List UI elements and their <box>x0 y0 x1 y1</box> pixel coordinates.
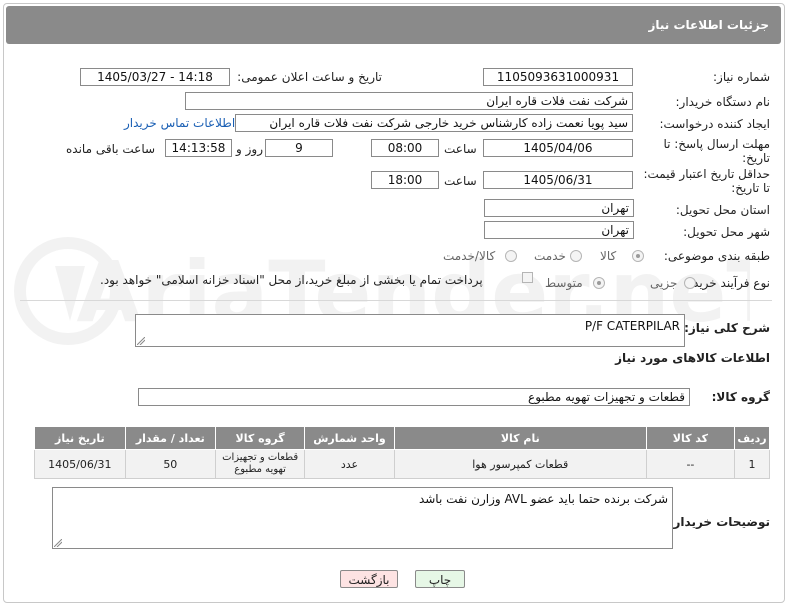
category-option-goods-service: کالا/خدمت <box>443 249 496 263</box>
cell-unit: عدد <box>304 449 395 479</box>
category-option-goods: کالا <box>600 249 617 263</box>
process-radio-minor[interactable] <box>684 277 696 289</box>
table-row: 1405/06/31 50 قطعات و تجهیزات تهویه مطبو… <box>34 449 771 479</box>
process-option-minor: جزیی <box>650 276 678 290</box>
reply-time-field: 08:00 <box>371 139 439 157</box>
col-goods-name: نام کالا <box>393 426 647 450</box>
province-label: استان محل تحویل: <box>675 203 770 217</box>
days-label: روز و <box>236 142 263 156</box>
table-header-row: تاریخ نیاز تعداد / مقدار گروه کالا واحد … <box>34 426 771 450</box>
general-desc-label: شرح کلی نیاز: <box>684 321 770 335</box>
announce-datetime-label: تاریخ و ساعت اعلان عمومی: <box>237 70 382 84</box>
goods-group-label: گروه کالا: <box>711 390 770 404</box>
city-field: تهران <box>484 221 634 239</box>
remaining-time-label: ساعت باقی مانده <box>66 142 156 156</box>
col-row-number: ردیف <box>733 426 771 450</box>
goods-group-field: قطعات و تجهیزات تهویه مطبوع <box>138 388 690 406</box>
remaining-time-field: 14:13:58 <box>165 139 232 157</box>
divider <box>20 300 772 301</box>
category-label: طبقه بندی موضوعی: <box>663 249 770 263</box>
requester-field: سید پویا نعمت زاده کارشناس خرید خارجی شر… <box>235 114 633 132</box>
cell-row-number: 1 <box>733 449 771 479</box>
process-label: نوع فرآیند خرید : <box>685 276 770 290</box>
resize-handle-icon[interactable] <box>54 539 62 547</box>
days-field: 9 <box>265 139 333 157</box>
announce-datetime-field: 1405/03/27 - 14:18 <box>80 68 230 86</box>
goods-info-title: اطلاعات کالاهای مورد نیاز <box>615 351 770 365</box>
price-validity-label: حداقل تاریخ اعتبار قیمت: <box>643 167 770 181</box>
col-unit: واحد شمارش <box>304 426 395 450</box>
reply-time-label: ساعت <box>444 142 477 156</box>
print-button[interactable]: چاپ <box>415 570 465 588</box>
general-desc-field: P/F CATERPILAR <box>135 314 685 347</box>
price-time-field: 18:00 <box>371 171 439 189</box>
reply-date-field: 1405/04/06 <box>483 139 633 157</box>
city-label: شهر محل تحویل: <box>683 225 770 239</box>
buyer-notes-label: توضیحات خریدار: <box>668 515 770 529</box>
category-radio-goods[interactable] <box>632 250 644 262</box>
header-bar: جزئیات اطلاعات نیاز <box>6 6 781 44</box>
category-radio-goods-service[interactable] <box>505 250 517 262</box>
col-goods-code: کد کالا <box>645 426 735 450</box>
category-option-service: خدمت <box>534 249 566 263</box>
price-time-label: ساعت <box>444 174 477 188</box>
reply-deadline-label: مهلت ارسال پاسخ: تا <box>663 137 770 151</box>
col-need-date: تاریخ نیاز <box>34 426 126 450</box>
cell-goods-group: قطعات و تجهیزات تهویه مطبوع <box>214 449 306 479</box>
category-radio-service[interactable] <box>570 250 582 262</box>
page-title: جزئیات اطلاعات نیاز <box>648 18 769 32</box>
items-table: تاریخ نیاز تعداد / مقدار گروه کالا واحد … <box>34 426 771 479</box>
need-number-field: 1105093631000931 <box>483 68 633 86</box>
need-number-label: شماره نیاز: <box>713 70 770 84</box>
cell-goods-code: -- <box>645 449 735 479</box>
buyer-notes-field: شرکت برنده حتما باید عضو AVL وزارن نفت ب… <box>52 487 673 549</box>
payment-checkbox[interactable] <box>522 272 533 283</box>
buyer-contact-link[interactable]: اطلاعات تماس خریدار <box>124 116 235 130</box>
price-date-field: 1405/06/31 <box>483 171 633 189</box>
resize-handle-icon[interactable] <box>137 337 145 345</box>
province-field: تهران <box>484 199 634 217</box>
col-goods-group: گروه کالا <box>214 426 306 450</box>
cell-quantity: 50 <box>124 449 216 479</box>
col-quantity: تعداد / مقدار <box>124 426 216 450</box>
reply-deadline-label-2: تاریخ: <box>742 151 770 165</box>
payment-note: پرداخت تمام یا بخشی از مبلغ خرید،از محل … <box>100 273 483 287</box>
requester-label: ایجاد کننده درخواست: <box>659 117 770 131</box>
buyer-org-label: نام دستگاه خریدار: <box>675 95 771 109</box>
back-button[interactable]: بازگشت <box>340 570 398 588</box>
buyer-org-field: شرکت نفت فلات قاره ایران <box>185 92 633 110</box>
process-radio-medium[interactable] <box>593 277 605 289</box>
process-option-medium: متوسط <box>545 276 583 290</box>
price-validity-label-2: تا تاریخ: <box>731 181 770 195</box>
cell-need-date: 1405/06/31 <box>34 449 126 479</box>
cell-goods-name: قطعات کمپرسور هوا <box>393 449 647 479</box>
